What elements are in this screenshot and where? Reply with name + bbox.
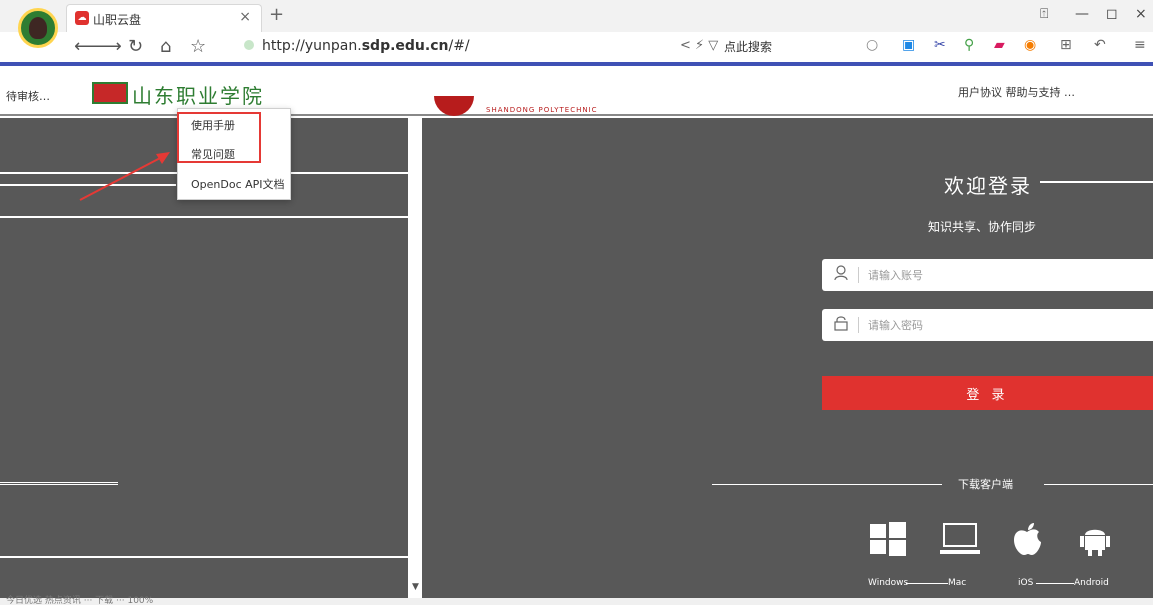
apple-icon[interactable] xyxy=(1012,522,1042,559)
label-divider xyxy=(906,583,948,584)
download-divider xyxy=(1044,484,1153,485)
header-right-links[interactable]: 用户协议 帮助与支持 … xyxy=(958,84,1075,100)
android-label[interactable]: Android xyxy=(1074,578,1109,588)
tab-favicon-icon: ☁ xyxy=(75,11,89,25)
username-field[interactable] xyxy=(822,259,1153,291)
login-button[interactable]: 登 录 xyxy=(822,376,1153,410)
browser-tab[interactable]: ☁ 山职云盘 × xyxy=(66,4,262,32)
school-name-logo: 山东职业学院 xyxy=(132,84,264,108)
login-panel xyxy=(422,118,1153,598)
lock-icon xyxy=(834,315,848,335)
mac-label[interactable]: Mac xyxy=(948,578,966,588)
download-divider xyxy=(712,484,942,485)
home-icon[interactable]: ⌂ xyxy=(160,36,171,57)
download-divider xyxy=(0,484,118,485)
ios-label[interactable]: iOS xyxy=(1018,578,1033,588)
header-divider xyxy=(0,114,1153,116)
new-tab-button[interactable]: + xyxy=(269,4,284,25)
menu-item-opendoc-api[interactable]: OpenDoc API文档 xyxy=(191,176,285,192)
user-icon xyxy=(834,265,848,285)
tab-close-icon[interactable]: × xyxy=(239,9,251,25)
welcome-underline xyxy=(1040,181,1153,183)
cut-extension-icon[interactable]: ✂ xyxy=(934,37,946,53)
windows-icon[interactable] xyxy=(870,522,906,559)
screenshot-extension-icon[interactable]: ▣ xyxy=(902,37,915,53)
windows-label[interactable]: Windows xyxy=(868,578,908,588)
site-security-icon xyxy=(244,40,254,50)
field-separator xyxy=(858,317,859,333)
minimize-button[interactable]: — xyxy=(1075,6,1089,22)
reload-icon[interactable]: ↻ xyxy=(128,36,143,57)
find-extension-icon[interactable]: ⚲ xyxy=(964,37,974,53)
header-left-link[interactable]: 待审核… xyxy=(6,88,50,104)
menu-icon[interactable]: ≡ xyxy=(1134,37,1146,53)
browser-logo-avatar[interactable] xyxy=(18,8,58,48)
welcome-subtitle: 知识共享、协作同步 xyxy=(928,220,1037,234)
address-bar[interactable]: http://yunpan.sdp.edu.cn/#/ xyxy=(262,38,470,54)
share-icon[interactable]: < ⚡ ▽ xyxy=(680,38,718,53)
emblem-text: SHANDONG POLYTECHNIC xyxy=(486,106,598,114)
laptop-icon[interactable] xyxy=(940,522,980,559)
forward-icon[interactable]: ⟶ xyxy=(96,36,122,57)
status-text: 今日优选 热点资讯 ··· 下载 ··· 100% xyxy=(6,596,154,605)
maximize-button[interactable]: ◻ xyxy=(1106,6,1118,22)
password-field[interactable] xyxy=(822,309,1153,341)
annotation-highlight-box xyxy=(177,112,261,163)
plugin-extension-icon[interactable]: ◉ xyxy=(1024,37,1036,53)
panel-divider xyxy=(0,556,408,558)
school-logo-icon xyxy=(92,82,128,104)
search-hint[interactable]: 点此搜索 xyxy=(724,38,772,55)
tab-title: 山职云盘 xyxy=(93,13,142,27)
search-icon[interactable]: ○ xyxy=(866,37,878,53)
browser-status-bar: 今日优选 热点资讯 ··· 下载 ··· 100% xyxy=(0,596,1153,605)
label-divider xyxy=(1036,583,1074,584)
game-extension-icon[interactable]: ▰ xyxy=(994,37,1005,53)
password-input[interactable] xyxy=(868,309,1148,341)
download-title: 下载客户端 xyxy=(958,478,1013,491)
panel-divider xyxy=(0,216,408,218)
skin-icon[interactable]: ⍐ xyxy=(1040,6,1048,22)
panel-divider xyxy=(0,482,118,483)
welcome-title: 欢迎登录 xyxy=(944,174,1032,198)
close-window-button[interactable]: × xyxy=(1135,6,1147,22)
undo-close-icon[interactable]: ↶ xyxy=(1094,37,1106,53)
scroll-down-icon[interactable]: ▼ xyxy=(412,582,419,592)
bookmark-star-icon[interactable]: ☆ xyxy=(190,36,206,57)
browser-toolbar: ⟵ ⟶ ↻ ⌂ ☆ http://yunpan.sdp.edu.cn/#/ < … xyxy=(0,32,1153,62)
apps-grid-icon[interactable]: ⊞ xyxy=(1060,37,1072,53)
scrollbar[interactable] xyxy=(410,118,422,598)
annotation-arrow-icon xyxy=(79,152,170,201)
browser-titlebar: ☁ 山职云盘 × + ⍐ — ◻ × xyxy=(0,0,1153,32)
username-input[interactable] xyxy=(868,259,1148,291)
android-icon[interactable] xyxy=(1080,522,1110,559)
field-separator xyxy=(858,267,859,283)
